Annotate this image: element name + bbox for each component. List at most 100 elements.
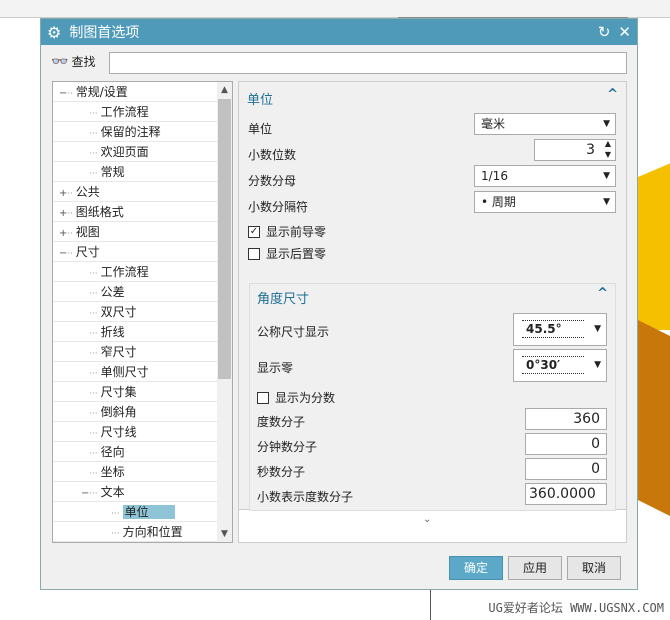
tree-item[interactable]: ··· 径向 bbox=[53, 442, 218, 462]
reset-icon[interactable]: ↻ bbox=[598, 23, 611, 41]
angular-header[interactable]: 角度尺寸 bbox=[257, 288, 309, 307]
deg-num-input[interactable]: 360 bbox=[525, 408, 607, 430]
tree-item[interactable]: ··· 保留的注释 bbox=[53, 122, 218, 142]
zero-dropdown[interactable]: 0°30′ ▼ bbox=[513, 349, 607, 382]
apply-button[interactable]: 应用 bbox=[508, 556, 562, 580]
collapse-icon[interactable]: − bbox=[81, 484, 89, 504]
zero-label: 显示零 bbox=[257, 361, 294, 375]
scroll-up-icon[interactable]: ▲ bbox=[217, 82, 232, 98]
tree-connector: ··· bbox=[111, 509, 120, 519]
collapse-icon[interactable]: ^ bbox=[607, 87, 618, 102]
collapse-icon[interactable]: − bbox=[59, 84, 67, 104]
scroll-thumb[interactable] bbox=[218, 99, 231, 379]
tree-item[interactable]: −··· 文本 bbox=[53, 482, 218, 502]
tree-connector: ··· bbox=[89, 389, 98, 399]
separator-label: 小数分隔符 bbox=[248, 200, 309, 214]
tree-connector: ·· bbox=[67, 209, 73, 219]
as-fraction-checkbox[interactable]: 显示为分数 bbox=[257, 389, 335, 406]
tree-connector: ··· bbox=[89, 489, 98, 499]
collapse-icon[interactable]: − bbox=[59, 244, 67, 264]
ok-button[interactable]: 确定 bbox=[449, 556, 503, 580]
tree-item-label: 常规/设置 bbox=[75, 85, 128, 99]
tree-item-label: 常规 bbox=[100, 165, 125, 179]
tree-connector: ··· bbox=[89, 329, 98, 339]
expand-icon[interactable]: + bbox=[59, 204, 67, 224]
sec-num-label: 秒数分子 bbox=[257, 465, 306, 479]
tree-item[interactable]: −·· 常规/设置 bbox=[53, 82, 218, 102]
leading-zero-label: 显示前导零 bbox=[266, 225, 327, 239]
tree-item[interactable]: ··· 折线 bbox=[53, 322, 218, 342]
tree-item[interactable]: ··· 工作流程 bbox=[53, 102, 218, 122]
tree-item-label: 折线 bbox=[100, 325, 125, 339]
decimals-spinner[interactable]: 3 ▲ ▼ bbox=[534, 139, 616, 161]
dialog-title: 制图首选项 bbox=[69, 25, 140, 41]
tree-item-label: 欢迎页面 bbox=[100, 145, 149, 159]
min-num-input[interactable]: 0 bbox=[525, 433, 607, 455]
tree-item-label: 倒斜角 bbox=[100, 405, 137, 419]
chevron-down-icon: ▼ bbox=[594, 324, 601, 334]
tree-item[interactable]: ··· 双尺寸 bbox=[53, 302, 218, 322]
tree-item[interactable]: ··· 方向和位置 bbox=[53, 522, 218, 542]
tree-connector: ··· bbox=[111, 529, 120, 539]
tree-item-label: 坐标 bbox=[100, 465, 125, 479]
units-header[interactable]: 单位 bbox=[247, 89, 273, 108]
dec-deg-input[interactable]: 360.0000 bbox=[525, 483, 607, 505]
units-section: 单位 ^ 单位 毫米 ▼ 小数位数 3 ▲ ▼ 分数分母 1/16 ▼ 小数分隔符 • … bbox=[239, 82, 626, 511]
trailing-zero-checkbox[interactable]: 显示后置零 bbox=[248, 245, 326, 262]
tree-item[interactable]: ··· 尺寸线 bbox=[53, 422, 218, 442]
tree-connector: ··· bbox=[89, 309, 98, 319]
tree-item-label: 方向和位置 bbox=[122, 525, 183, 539]
tree-item[interactable]: +·· 公共 bbox=[53, 182, 218, 202]
unit-dropdown[interactable]: 毫米 ▼ bbox=[474, 113, 616, 135]
leading-zero-checkbox[interactable]: ✓ 显示前导零 bbox=[248, 223, 326, 240]
tree-scrollbar[interactable]: ▲ ▼ bbox=[217, 82, 232, 542]
tree-connector: ··· bbox=[89, 449, 98, 459]
chevron-down-icon[interactable]: ⌄ bbox=[423, 514, 431, 525]
background-model-yellow bbox=[638, 160, 670, 330]
tree-item[interactable]: ··· 常规 bbox=[53, 162, 218, 182]
tree-item[interactable]: ··· 倒斜角 bbox=[53, 402, 218, 422]
spinner-arrows-icon[interactable]: ▲ ▼ bbox=[605, 138, 611, 160]
tree-item-label: 文本 bbox=[100, 485, 125, 499]
tree-item[interactable]: +·· 图纸格式 bbox=[53, 202, 218, 222]
scroll-down-icon[interactable]: ▼ bbox=[217, 526, 232, 542]
unit-value: 毫米 bbox=[481, 117, 506, 131]
expand-icon[interactable]: + bbox=[59, 224, 67, 244]
preference-tree: −·· 常规/设置 ··· 工作流程 ··· 保留的注释 ··· 欢迎页面 ··· 常规 +·· 公共… bbox=[52, 81, 233, 543]
collapse-icon[interactable]: ^ bbox=[597, 286, 608, 301]
fraction-dropdown[interactable]: 1/16 ▼ bbox=[474, 165, 616, 187]
tree-item[interactable]: ··· 尺寸集 bbox=[53, 382, 218, 402]
find-label: 查找 bbox=[71, 55, 96, 69]
nominal-label: 公称尺寸显示 bbox=[257, 325, 330, 339]
cancel-button[interactable]: 取消 bbox=[567, 556, 621, 580]
sec-num-input[interactable]: 0 bbox=[525, 458, 607, 480]
nominal-dropdown[interactable]: 45.5° ▼ bbox=[513, 313, 607, 346]
tree-item[interactable]: ··· 公差 bbox=[53, 282, 218, 302]
tree-connector: ··· bbox=[89, 149, 98, 159]
expand-icon[interactable]: + bbox=[59, 184, 67, 204]
tree-item[interactable]: +·· 视图 bbox=[53, 222, 218, 242]
tree-item[interactable]: ··· 单侧尺寸 bbox=[53, 362, 218, 382]
dec-deg-label: 小数表示度数分子 bbox=[257, 490, 354, 504]
tree-item[interactable]: ··· 欢迎页面 bbox=[53, 142, 218, 162]
separator-dropdown[interactable]: • 周期 ▼ bbox=[474, 191, 616, 213]
decimals-label: 小数位数 bbox=[248, 148, 297, 162]
tree-item[interactable]: ··· 工作流程 bbox=[53, 262, 218, 282]
tree-connector: ··· bbox=[89, 109, 98, 119]
checkbox-checked[interactable]: ✓ bbox=[248, 225, 260, 238]
checkbox-unchecked[interactable] bbox=[257, 391, 269, 404]
close-icon[interactable]: ✕ bbox=[618, 23, 631, 41]
tree-item[interactable]: ··· 坐标 bbox=[53, 462, 218, 482]
tree-connector: ··· bbox=[89, 469, 98, 479]
find-input[interactable] bbox=[109, 52, 627, 74]
tree-item-label: 图纸格式 bbox=[75, 205, 124, 219]
tree-item[interactable]: ··· 窄尺寸 bbox=[53, 342, 218, 362]
tree-connector: ·· bbox=[67, 189, 73, 199]
tree-item[interactable]: ··· 单位 bbox=[53, 502, 218, 522]
watermark: UG爱好者论坛 WWW.UGSNX.COM bbox=[488, 601, 664, 615]
tree-item[interactable]: −·· 尺寸 bbox=[53, 242, 218, 262]
find-row: 👓 查找 bbox=[51, 53, 95, 70]
checkbox-unchecked[interactable] bbox=[248, 247, 260, 260]
tree-connector: ··· bbox=[89, 369, 98, 379]
tree-connector: ·· bbox=[67, 249, 73, 259]
